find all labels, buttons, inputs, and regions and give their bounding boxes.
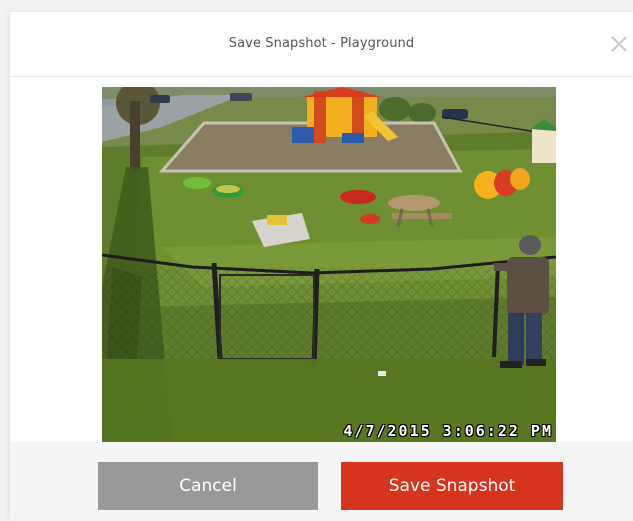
dialog-header: Save Snapshot - Playground <box>10 12 633 77</box>
save-snapshot-dialog: Save Snapshot - Playground 4/7/2015 3:06… <box>10 12 633 521</box>
camera-snapshot: 4/7/2015 3:06:22 PM <box>102 87 556 442</box>
dialog-footer: Cancel Save Snapshot <box>10 442 633 521</box>
playground-scene <box>102 87 556 442</box>
cancel-button[interactable]: Cancel <box>98 462 318 510</box>
close-icon[interactable] <box>609 34 629 54</box>
dialog-title: Save Snapshot - Playground <box>228 36 415 51</box>
save-snapshot-button[interactable]: Save Snapshot <box>341 462 563 510</box>
snapshot-timestamp: 4/7/2015 3:06:22 PM <box>343 422 553 440</box>
